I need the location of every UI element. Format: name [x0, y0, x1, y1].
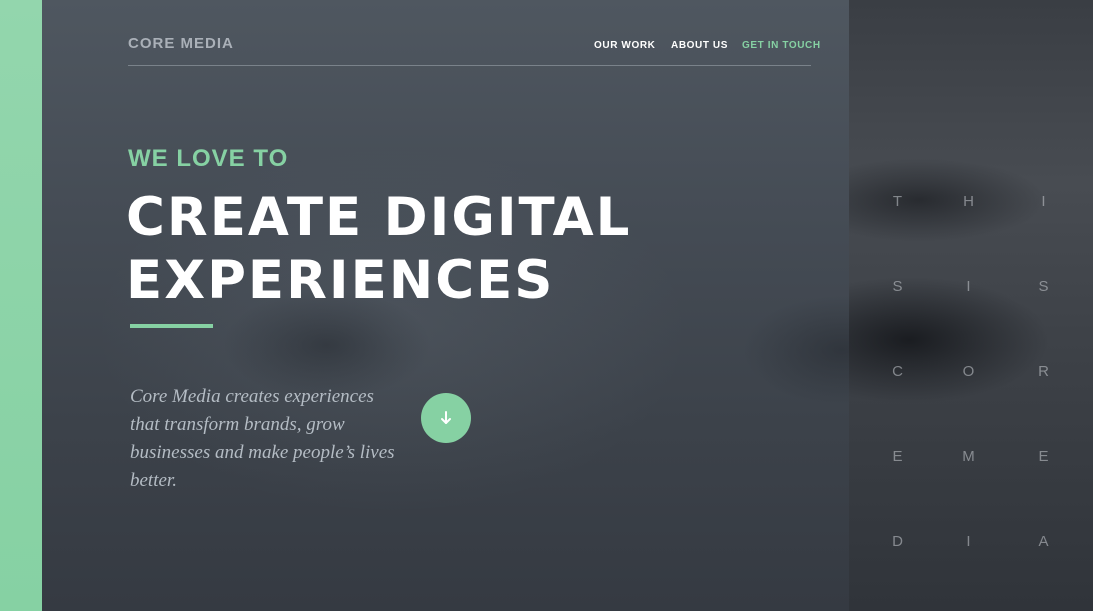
header-divider	[128, 65, 811, 66]
side-letter: S	[892, 278, 904, 295]
side-letter: T	[892, 193, 904, 210]
page: T H I S I S C O R E M E D I A CORE MEDIA…	[0, 0, 1093, 611]
side-letter: I	[966, 533, 972, 550]
side-letter: I	[966, 278, 972, 295]
hero-description: Core Media creates experiences that tran…	[130, 386, 395, 491]
side-letter: O	[962, 363, 976, 380]
logo[interactable]: CORE MEDIA	[128, 35, 234, 52]
side-letter: H	[963, 193, 975, 210]
scroll-down-button[interactable]	[421, 393, 471, 443]
side-letter: S	[1038, 278, 1050, 295]
background-eye-right	[742, 295, 849, 405]
side-letter: I	[1041, 193, 1047, 210]
side-letter: E	[1038, 448, 1050, 465]
side-letter: M	[962, 448, 976, 465]
arrow-down-icon	[441, 411, 451, 424]
accent-bar	[0, 0, 42, 611]
nav-our-work[interactable]: OUR WORK	[594, 40, 655, 51]
headline-line-2: EXPERIENCES	[126, 250, 555, 311]
side-letter: A	[1038, 533, 1050, 550]
side-letter: D	[892, 533, 904, 550]
headline-underline	[130, 324, 213, 328]
nav-get-in-touch[interactable]: GET IN TOUCH	[742, 40, 821, 51]
side-letter: C	[892, 363, 904, 380]
hero-headline: CREATE DIGITAL EXPERIENCES	[126, 186, 631, 312]
side-panel: T H I S I S C O R E M E D I A	[849, 0, 1093, 611]
nav-about-us[interactable]: ABOUT US	[671, 40, 728, 51]
side-letter: R	[1038, 363, 1050, 380]
side-letter: E	[892, 448, 904, 465]
letter-grid: T H I S I S C O R E M E D I A	[849, 0, 1093, 611]
hero-eyebrow: WE LOVE TO	[128, 145, 289, 172]
headline-line-1: CREATE DIGITAL	[126, 187, 632, 248]
